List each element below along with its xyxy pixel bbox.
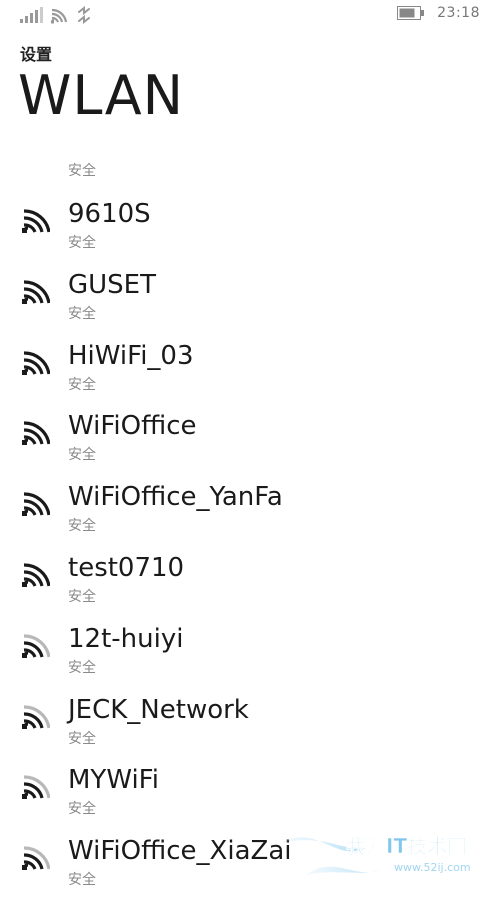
network-list: 9610S 安全 GUSET 安全 HiWiFi_03 安全 WiFiOffic… [0,195,500,903]
wifi-signal-icon [22,704,50,729]
battery-icon [397,6,425,20]
network-security: 安全 [68,872,96,889]
watermark-url: www.52ij.com [394,861,471,874]
wifi-signal-icon [22,634,50,658]
network-name: WiFiOffice_XiaZai [68,836,292,867]
status-left-group [20,6,92,24]
network-security: 安全 [68,518,96,535]
wifi-signal-icon [22,775,50,800]
status-right-group: 23:18 [397,5,480,21]
network-item-wifioffice-yanfa[interactable]: WiFiOffice_YanFa 安全 [0,478,500,549]
network-item-hiwifi-03[interactable]: HiWiFi_03 安全 [0,337,500,408]
network-security: 安全 [68,730,96,747]
network-name: JECK_Network [68,694,249,725]
status-bar: 23:18 [0,0,500,30]
network-security: 安全 [68,305,96,322]
network-name: HiWiFi_03 [68,340,194,371]
partial-network-subtitle: 安全 [68,163,96,179]
network-item-9610s[interactable]: 9610S 安全 [0,195,500,266]
network-security: 安全 [68,659,96,676]
network-security: 安全 [68,801,96,818]
network-security: 安全 [68,376,96,393]
wifi-signal-icon [22,492,50,517]
wifi-signal-icon [22,846,50,871]
status-clock: 23:18 [437,5,480,21]
watermark-text: 我爱IT技术网 [346,834,467,858]
network-name: 12t-huiyi [68,623,184,654]
network-item-wifioffice[interactable]: WiFiOffice 安全 [0,407,500,478]
network-security: 安全 [68,447,96,464]
wifi-signal-icon [22,209,50,233]
page-title: WLAN [18,64,185,127]
network-security: 安全 [68,235,96,251]
network-name: 9610S [68,199,151,229]
network-name: test0710 [68,552,185,583]
network-name: WiFiOffice [68,411,197,442]
network-name: WiFiOffice_YanFa [68,482,283,513]
network-item-guset[interactable]: GUSET 安全 [0,266,500,337]
wifi-signal-icon [22,280,50,304]
data-status-icon [78,6,90,24]
wifi-signal-icon [22,350,50,375]
wifi-signal-icon [22,563,50,587]
network-security: 安全 [68,588,96,605]
wifi-status-icon [50,8,68,24]
network-item-test0710[interactable]: test0710 安全 [0,549,500,620]
network-name: MYWiFi [68,765,159,796]
cellular-signal-icon [20,7,43,23]
network-item-jeck-network[interactable]: JECK_Network 安全 [0,691,500,762]
network-name: GUSET [68,269,156,300]
network-item-12t-huiyi[interactable]: 12t-huiyi 安全 [0,620,500,691]
wifi-signal-icon [22,421,50,446]
watermark-logo: 我爱IT技术网 www.52ij.com [281,834,471,875]
settings-label: 设置 [20,45,53,64]
